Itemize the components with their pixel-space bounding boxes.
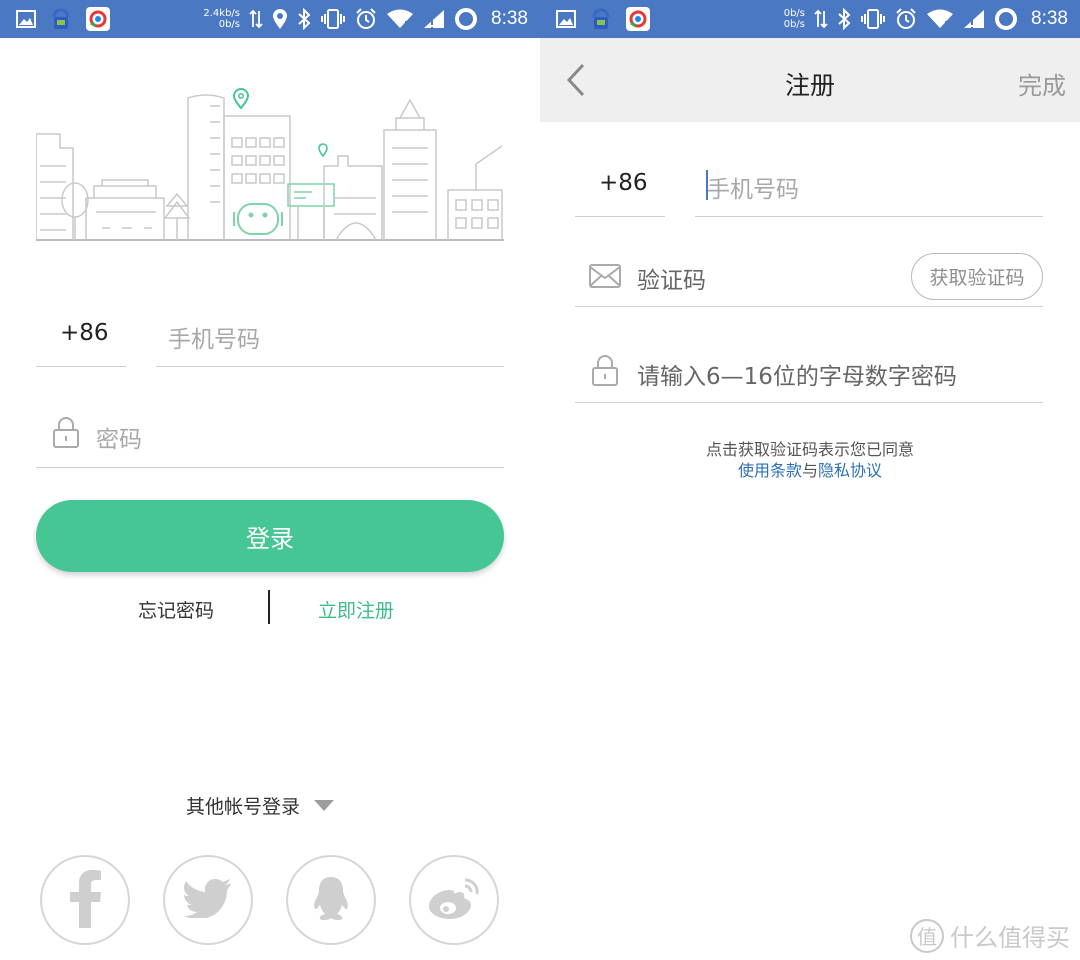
dropdown-triangle-icon [314, 800, 335, 811]
page-title: 注册 [784, 71, 835, 100]
network-speed: 2.4kb/s 0b/s [203, 8, 240, 30]
nav-bar: 注册 完成 [540, 38, 1080, 122]
watermark: 值 什么值得买 [910, 918, 1070, 953]
qq-icon [311, 875, 351, 925]
lock-icon [52, 415, 80, 449]
phone-placeholder: 手机号码 [707, 177, 799, 203]
phone-placeholder: 手机号码 [168, 327, 260, 353]
facebook-icon [65, 868, 105, 932]
password-input[interactable]: 请输入6—16位的字母数字密码 [575, 344, 1043, 403]
phone-input[interactable]: 手机号码 [156, 310, 504, 367]
signal-icon [423, 9, 445, 29]
register-now-link[interactable]: 立即注册 [318, 596, 394, 623]
twitter-icon [184, 878, 232, 922]
alarm-icon [895, 8, 917, 30]
weibo-login-button[interactable] [409, 855, 499, 945]
forgot-password-link[interactable]: 忘记密码 [138, 596, 214, 623]
status-bar: 0b/s 0b/s 8:38 [540, 0, 1080, 38]
lock-icon [591, 353, 619, 387]
clock: 8:38 [1031, 8, 1068, 29]
get-code-button[interactable]: 获取验证码 [911, 253, 1043, 300]
register-screen: 0b/s 0b/s 8:38 注册 完成 +86 手机号码 验证码 请输入6—1… [540, 0, 1080, 960]
battery-ring-icon [994, 7, 1018, 31]
wifi-icon [386, 9, 414, 29]
other-account-login[interactable]: 其他帐号登录 [186, 792, 335, 819]
other-login-label: 其他帐号登录 [186, 796, 301, 818]
alarm-icon [355, 8, 377, 30]
clock: 8:38 [491, 8, 528, 29]
gallery-icon [556, 10, 576, 28]
speed-up: 2.4kb/s [203, 8, 241, 19]
location-icon [272, 8, 288, 30]
country-code-field[interactable]: +86 [575, 158, 665, 217]
country-code: +86 [60, 320, 109, 346]
speed-up: 0b/s [783, 8, 806, 19]
password-placeholder: 请输入6—16位的字母数字密码 [637, 364, 957, 390]
vibrate-icon [860, 8, 886, 30]
text-cursor [706, 170, 708, 200]
city-illustration [35, 86, 504, 246]
terms-and: 与 [801, 461, 818, 480]
login-button[interactable]: 登录 [36, 500, 504, 572]
data-arrows-icon [249, 9, 263, 29]
terms-of-use-link[interactable]: 使用条款 [738, 461, 802, 480]
code-placeholder: 验证码 [637, 268, 706, 294]
battery-ring-icon [454, 7, 478, 31]
twitter-login-button[interactable] [163, 855, 253, 945]
done-button[interactable]: 完成 [1018, 66, 1066, 101]
vibrate-icon [320, 8, 346, 30]
password-placeholder: 密码 [96, 427, 142, 453]
phone-input[interactable]: 手机号码 [695, 158, 1043, 217]
watermark-text: 什么值得买 [950, 924, 1070, 952]
chat-app-icon [50, 7, 72, 31]
gallery-icon [16, 10, 36, 28]
terms-links: 使用条款与隐私协议 [540, 457, 1080, 481]
wifi-icon [926, 9, 954, 29]
speed-down: 0b/s [783, 19, 806, 30]
login-screen: 2.4kb/s 0b/s 8:38 +86 手机号码 密码 登录 忘记密码 立即… [0, 0, 540, 960]
watermark-logo: 值 [910, 918, 944, 953]
bluetooth-icon [297, 8, 311, 30]
qq-login-button[interactable] [286, 855, 376, 945]
bluetooth-icon [837, 8, 851, 30]
data-arrows-icon [814, 9, 828, 29]
country-code: +86 [599, 170, 648, 196]
news-app-icon [86, 7, 110, 31]
facebook-login-button[interactable] [40, 855, 130, 945]
news-app-icon [626, 7, 650, 31]
envelope-icon [589, 264, 621, 288]
speed-down: 0b/s [218, 19, 241, 30]
link-divider [268, 590, 270, 624]
signal-icon [963, 9, 985, 29]
network-speed: 0b/s 0b/s [784, 8, 805, 30]
weibo-icon [427, 876, 481, 924]
status-bar: 2.4kb/s 0b/s 8:38 [0, 0, 540, 38]
country-code-field[interactable]: +86 [36, 310, 126, 367]
privacy-policy-link[interactable]: 隐私协议 [818, 461, 882, 480]
chat-app-icon [590, 7, 612, 31]
password-input[interactable]: 密码 [36, 410, 504, 468]
